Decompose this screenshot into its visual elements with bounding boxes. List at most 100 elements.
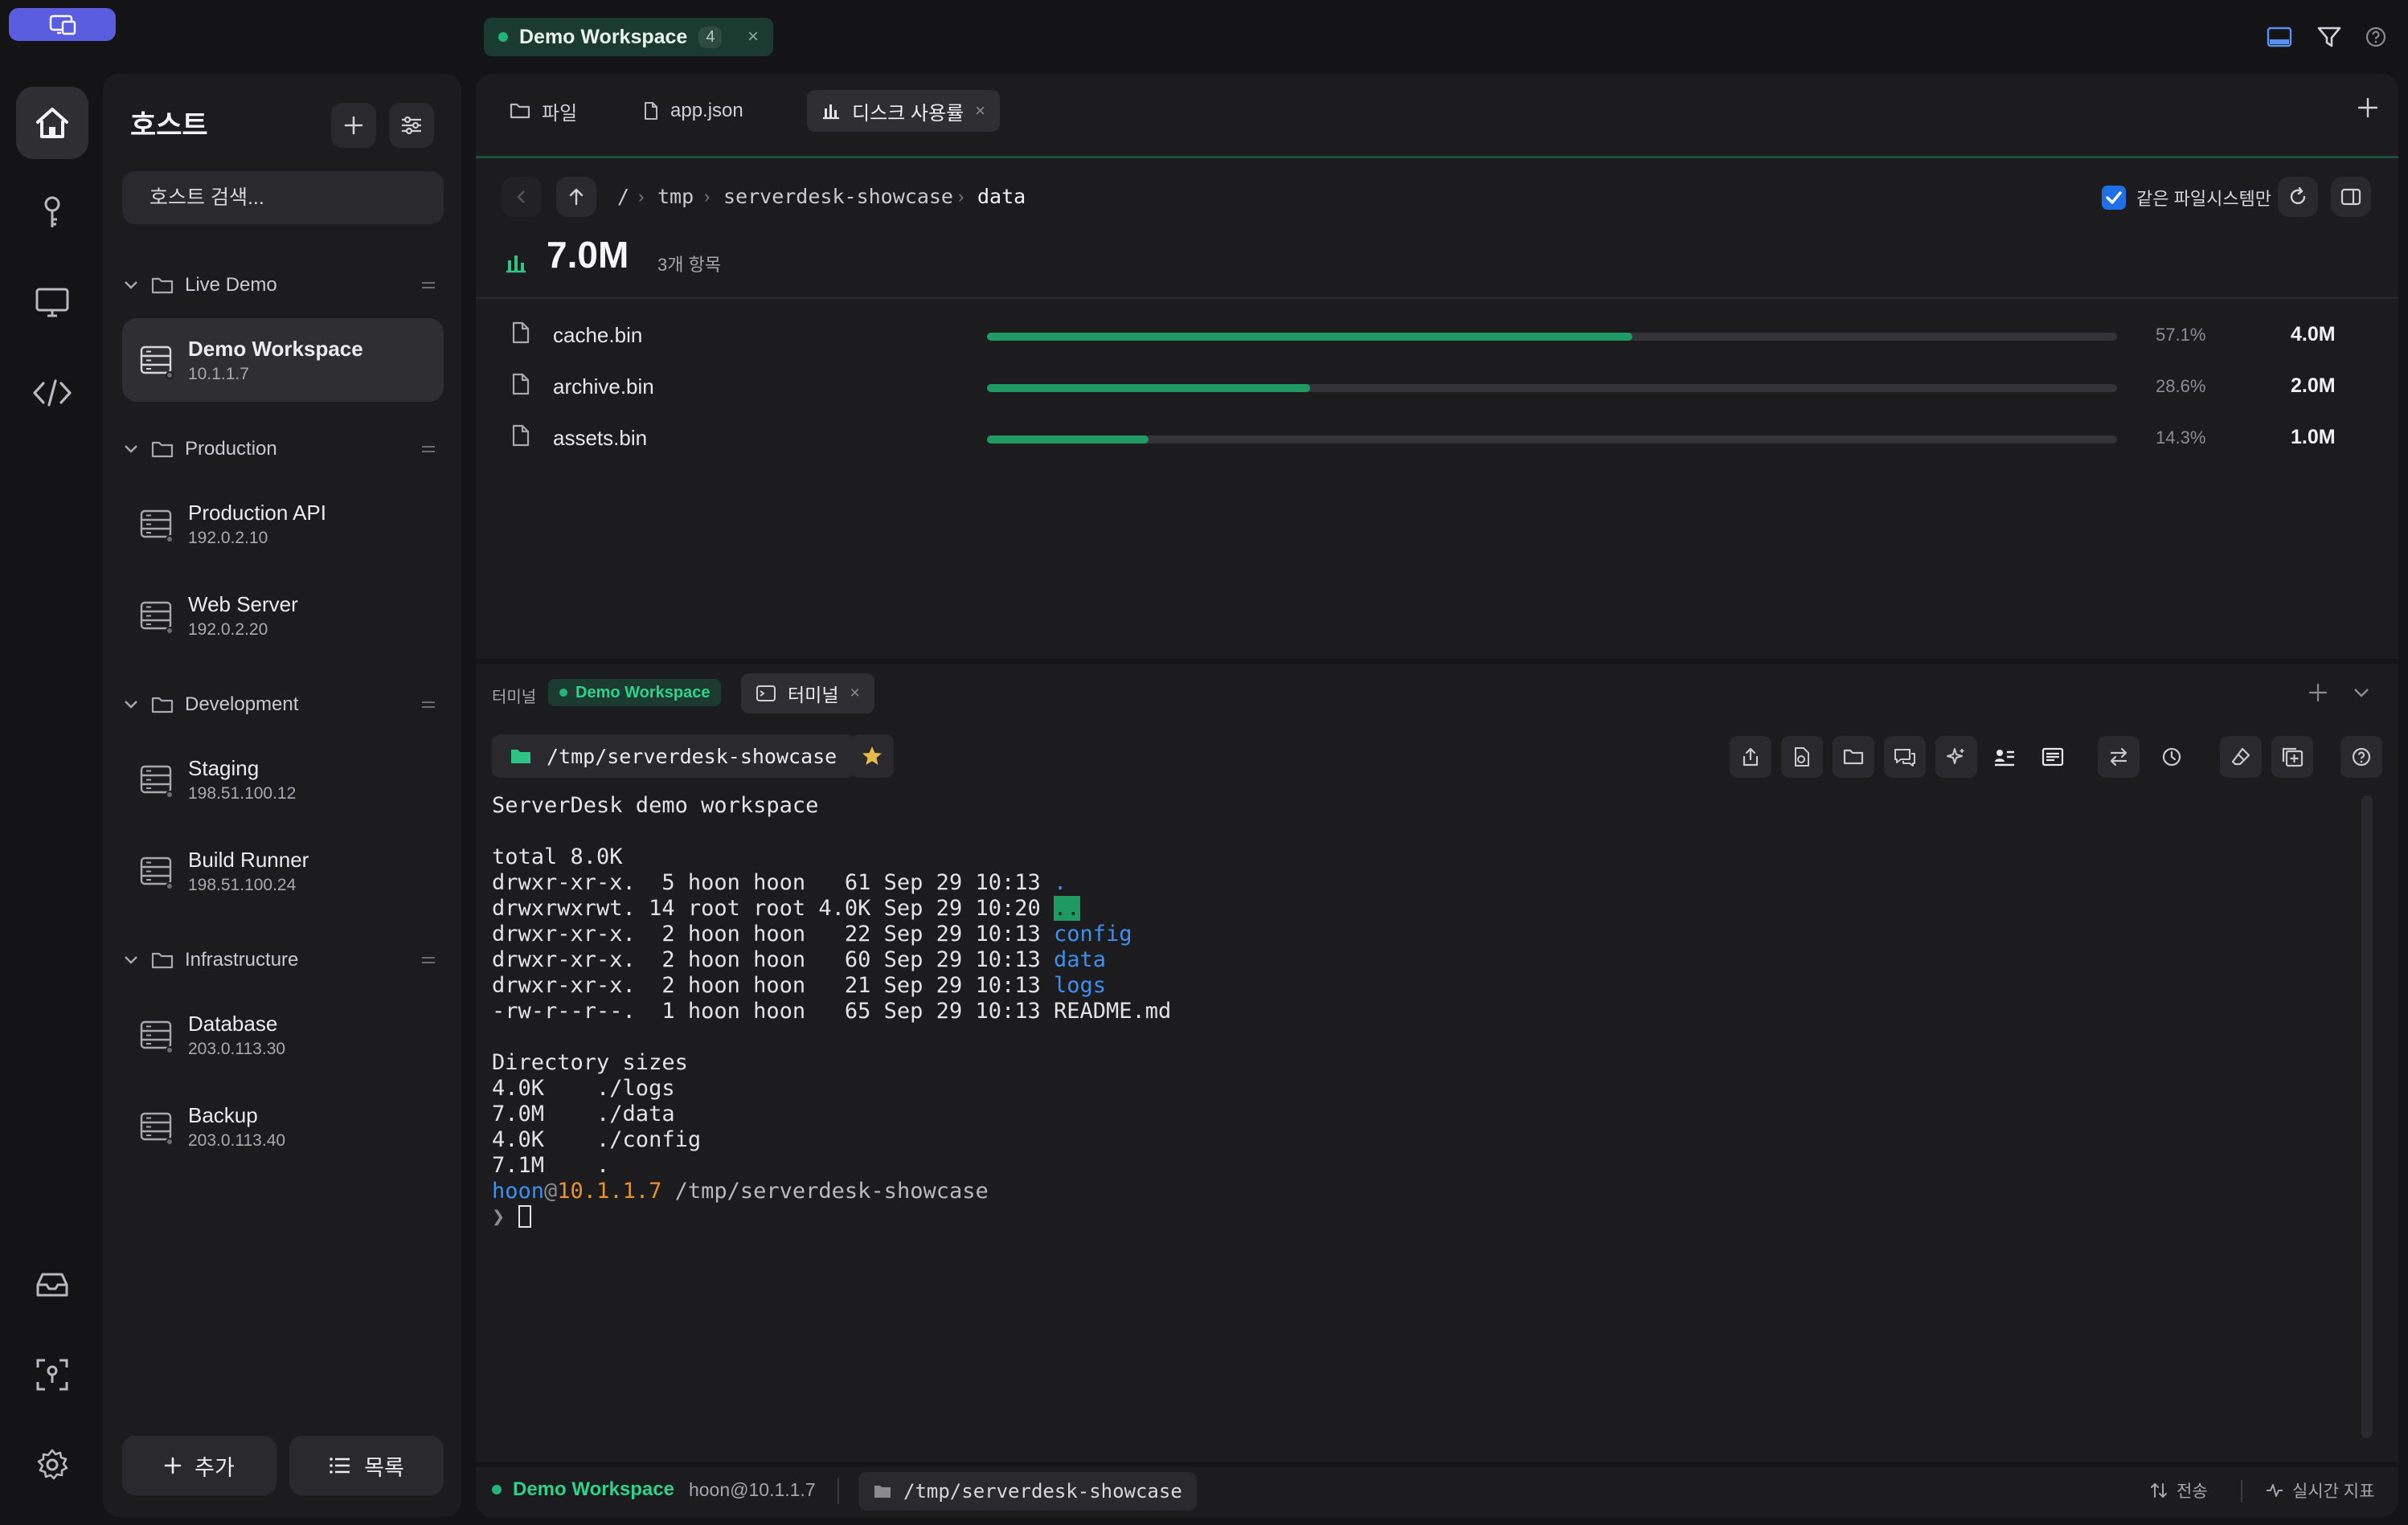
prompt-host: 10.1.1.7 <box>557 1179 662 1204</box>
input-line[interactable]: ❯ <box>492 1204 2340 1230</box>
status-path-chip[interactable]: /tmp/serverdesk-showcase <box>858 1472 1197 1511</box>
refresh-button[interactable] <box>2278 177 2318 217</box>
disk-row[interactable]: archive.bin 28.6% 2.0M <box>511 368 2360 408</box>
terminal-line: drwxr-xr-x. 2 hoon hoon 60 Sep 29 10:13 … <box>492 947 2340 973</box>
rail-hosts-button[interactable] <box>16 87 88 159</box>
host-item-production-api[interactable]: Production API 192.0.2.10 <box>122 482 444 566</box>
ls-entry: drwxr-xr-x. 2 hoon hoon 21 Sep 29 10:13 <box>492 973 1054 998</box>
host-item-database[interactable]: Database 203.0.113.30 <box>122 993 444 1077</box>
tab-disk-usage[interactable]: 디스크 사용률 × <box>807 90 1001 132</box>
group-header-production[interactable]: Production <box>122 431 444 467</box>
duplicate-terminal-button[interactable] <box>2271 736 2313 778</box>
panel-toggle-button[interactable] <box>2263 21 2295 53</box>
favorite-button[interactable] <box>850 734 894 778</box>
history-button[interactable] <box>2151 736 2193 778</box>
drag-handle-icon[interactable] <box>421 956 436 964</box>
log-view-button[interactable] <box>2032 736 2074 778</box>
disk-row[interactable]: cache.bin 57.1% 4.0M <box>511 317 2360 357</box>
group-header-development[interactable]: Development <box>122 687 444 722</box>
add-button[interactable]: 추가 <box>122 1436 276 1495</box>
host-item-demo-workspace[interactable]: Demo Workspace 10.1.1.7 <box>122 318 444 402</box>
disk-row[interactable]: assets.bin 14.3% 1.0M <box>511 419 2360 460</box>
up-directory-button[interactable] <box>556 177 596 217</box>
disk-row-percent: 14.3% <box>2156 427 2206 448</box>
host-item-build-runner[interactable]: Build Runner 198.51.100.24 <box>122 829 444 913</box>
rail-settings-button[interactable] <box>16 1429 88 1501</box>
checkbox-checked-icon[interactable] <box>2101 185 2127 211</box>
host-item-web-server[interactable]: Web Server 192.0.2.20 <box>122 574 444 657</box>
status-workspace[interactable]: Demo Workspace hoon@10.1.1.7 <box>492 1478 816 1501</box>
drag-handle-icon[interactable] <box>421 701 436 709</box>
drag-handle-icon[interactable] <box>421 445 436 453</box>
terminal-cwd-chip[interactable]: /tmp/serverdesk-showcase <box>492 734 855 778</box>
host-ip: 198.51.100.24 <box>188 875 297 894</box>
tab-label: 파일 <box>542 102 578 125</box>
same-filesystem-toggle[interactable]: 같은 파일시스템만 <box>2101 185 2271 211</box>
terminal-help-button[interactable] <box>2340 736 2382 778</box>
host-search-box[interactable] <box>122 171 444 224</box>
host-item-backup[interactable]: Backup 203.0.113.40 <box>122 1085 444 1168</box>
chat-icon <box>1894 749 1915 767</box>
host-item-staging[interactable]: Staging 198.51.100.12 <box>122 738 444 821</box>
disk-row-percent: 57.1% <box>2156 325 2206 345</box>
bar-chart-icon <box>823 104 839 120</box>
host-status-dot <box>166 535 174 543</box>
list-button[interactable]: 목록 <box>289 1436 444 1495</box>
new-tab-button[interactable] <box>2357 96 2379 119</box>
add-button-label: 추가 <box>195 1455 235 1480</box>
host-name: Backup <box>188 1102 258 1127</box>
breadcrumb-separator: › <box>638 186 645 206</box>
rail-scan-button[interactable] <box>16 1339 88 1411</box>
breadcrumb-data[interactable]: data <box>977 185 1026 208</box>
terminal-workspace-chip[interactable]: Demo Workspace <box>548 679 722 706</box>
help-button[interactable] <box>2360 21 2392 53</box>
workspace-tab[interactable]: Demo Workspace 4 × <box>484 18 773 56</box>
terminal-scrollbar[interactable] <box>2361 795 2373 1438</box>
new-terminal-button[interactable] <box>2308 683 2328 702</box>
server-icon <box>140 345 174 379</box>
host-search-input[interactable] <box>149 186 408 210</box>
usage-bar-fill <box>987 435 1149 444</box>
server-icon <box>140 765 174 799</box>
terminal-tab-close-icon[interactable]: × <box>850 684 859 703</box>
workspace-tab-close-icon[interactable]: × <box>747 26 759 48</box>
tab-close-icon[interactable]: × <box>975 100 985 121</box>
live-metrics-button[interactable]: 실시간 지표 <box>2265 1478 2374 1503</box>
ls-dir-name: data <box>1053 947 1107 972</box>
open-folder-button[interactable] <box>1833 736 1874 778</box>
app-menu-button[interactable] <box>9 8 116 41</box>
disk-row-size: 1.0M <box>2291 426 2336 448</box>
user-info-button[interactable] <box>1984 736 2025 778</box>
breadcrumb-showcase[interactable]: serverdesk-showcase <box>723 185 953 208</box>
group-header-live-demo[interactable]: Live Demo <box>122 268 444 303</box>
ai-assist-button[interactable] <box>1935 736 1977 778</box>
rail-sessions-button[interactable] <box>16 267 88 339</box>
drag-handle-icon[interactable] <box>421 281 436 289</box>
back-button[interactable] <box>502 177 542 217</box>
tab-files[interactable]: 파일 <box>495 90 592 132</box>
breadcrumb-root[interactable]: / <box>617 185 629 208</box>
clear-button[interactable] <box>2220 736 2262 778</box>
rail-snippets-button[interactable] <box>16 357 88 429</box>
status-divider <box>837 1478 839 1504</box>
terminal-tab[interactable]: 터미널 × <box>741 673 874 713</box>
transfer-button[interactable]: 전송 <box>2149 1478 2208 1503</box>
swap-button[interactable] <box>2098 736 2140 778</box>
swap-arrows-icon <box>2110 747 2127 767</box>
copy-plus-icon <box>2282 747 2304 767</box>
toggle-sidebar-button[interactable] <box>2331 177 2371 217</box>
upload-button[interactable] <box>1730 736 1771 778</box>
terminal-output[interactable]: ServerDesk demo workspace​total 8.0Kdrwx… <box>492 793 2340 1230</box>
rail-inbox-button[interactable] <box>16 1249 88 1321</box>
breadcrumb-tmp[interactable]: tmp <box>657 185 694 208</box>
host-filter-button[interactable] <box>389 103 434 148</box>
tab-app-json[interactable]: app.json <box>629 90 758 132</box>
file-transfer-button[interactable] <box>1781 736 1823 778</box>
group-header-infrastructure[interactable]: Infrastructure <box>122 942 444 978</box>
collapse-terminal-button[interactable] <box>2352 685 2371 701</box>
chat-button[interactable] <box>1884 736 1926 778</box>
add-host-button[interactable] <box>331 103 376 148</box>
filter-button[interactable] <box>2313 21 2345 53</box>
host-name: Web Server <box>188 591 298 616</box>
rail-keys-button[interactable] <box>16 177 88 249</box>
